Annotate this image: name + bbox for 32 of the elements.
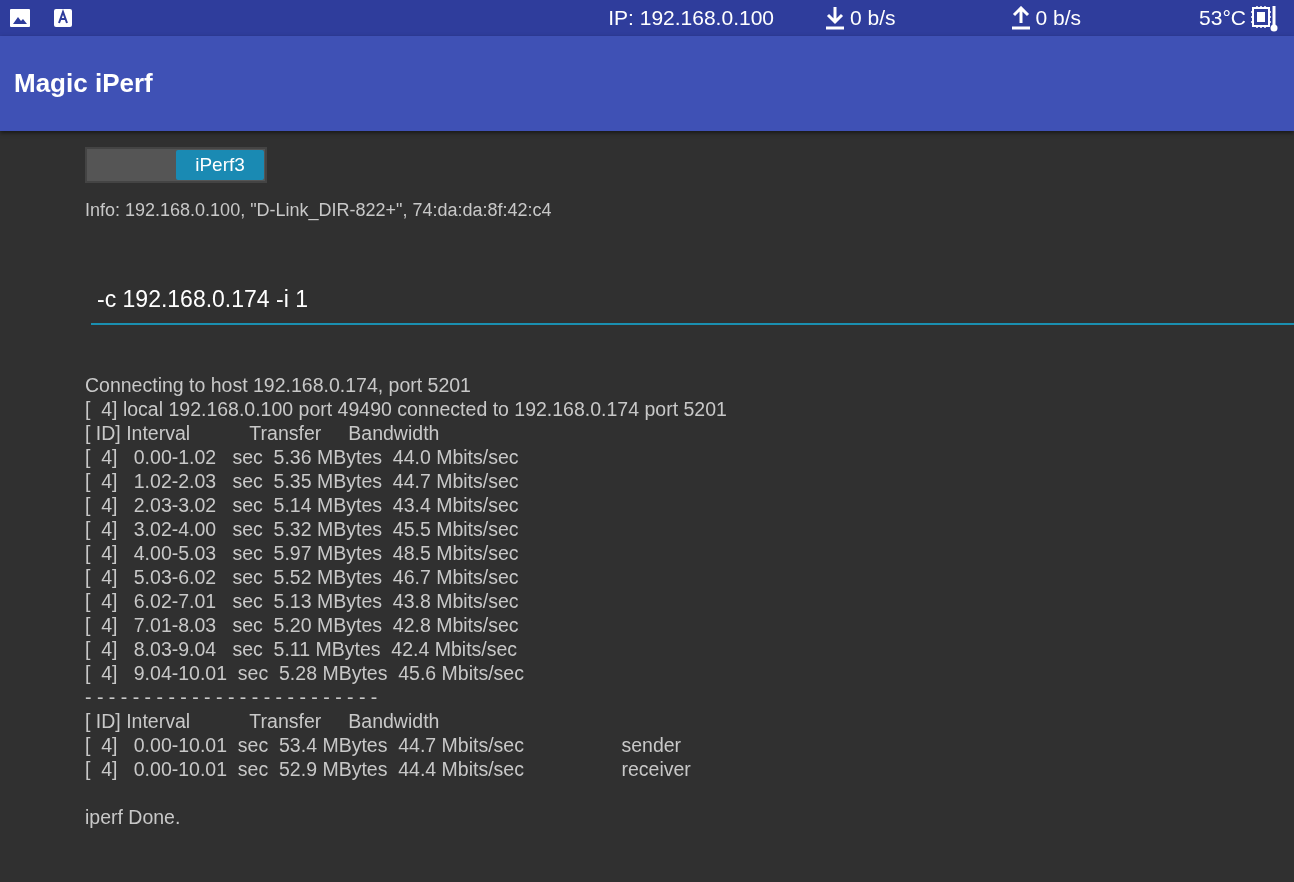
mode-toggle[interactable]: iPerf3: [85, 147, 267, 183]
image-icon: [10, 9, 30, 27]
app-title: Magic iPerf: [14, 67, 153, 100]
toggle-thumb[interactable]: iPerf3: [176, 150, 264, 180]
output-line: - - - - - - - - - - - - - - - - - - - - - - - - -: [85, 684, 379, 709]
output-line: [ 4] local 192.168.0.100 port 49490 connected to 192.168.0.174 port 5201: [85, 396, 728, 421]
output-line: [ 4] 3.02-4.00 sec 5.32 MBytes 45.5 Mbits/sec: [85, 516, 520, 541]
upload-icon: [1009, 6, 1032, 30]
upload-speed-text: 0 b/s: [1035, 5, 1082, 32]
output-line: [ 4] 5.03-6.02 sec 5.52 MBytes 46.7 Mbits/sec: [85, 564, 520, 589]
output-line: Connecting to host 192.168.0.174, port 5201: [85, 372, 472, 397]
download-speed-text: 0 b/s: [850, 5, 896, 32]
chip-thermometer-icon: [1250, 3, 1280, 33]
keyboard-letter-icon: [54, 9, 72, 27]
network-info-text: Info: 192.168.0.100, "D-Link_DIR-822+", 74:da:da:8f:42:c4: [85, 199, 553, 223]
command-input-field[interactable]: -c 192.168.0.174 -i 1: [91, 282, 1294, 325]
output-line: [ 4] 0.00-10.01 sec 53.4 MBytes 44.7 Mbits/sec sender: [85, 732, 683, 757]
output-line: [ ID] Interval Transfer Bandwidth: [85, 420, 441, 445]
output-line: [ 4] 0.00-10.01 sec 52.9 MBytes 44.4 Mbits/sec receiver: [85, 756, 692, 781]
download-icon: [824, 6, 846, 30]
temperature-text: 53°C: [1199, 5, 1246, 32]
output-line: [ 4] 9.04-10.01 sec 5.28 MBytes 45.6 Mbits/sec: [85, 660, 525, 685]
output-line: [ 4] 1.02-2.03 sec 5.35 MBytes 44.7 Mbits/sec: [85, 468, 520, 493]
output-line: [ 4] 0.00-1.02 sec 5.36 MBytes 44.0 Mbits/sec: [85, 444, 520, 469]
output-line: [ 4] 4.00-5.03 sec 5.97 MBytes 48.5 Mbits/sec: [85, 540, 520, 565]
output-line: [ 4] 8.03-9.04 sec 5.11 MBytes 42.4 Mbits/sec: [85, 636, 519, 661]
output-line: [ ID] Interval Transfer Bandwidth: [85, 708, 441, 733]
output-line: [ 4] 6.02-7.01 sec 5.13 MBytes 43.8 Mbits/sec: [85, 588, 520, 613]
ip-address-text: IP: 192.168.0.100: [608, 5, 774, 32]
output-line: [ 4] 7.01-8.03 sec 5.20 MBytes 42.8 Mbits/sec: [85, 612, 520, 637]
output-line: [ 4] 2.03-3.02 sec 5.14 MBytes 43.4 Mbits/sec: [85, 492, 520, 517]
output-line: iperf Done.: [85, 804, 182, 829]
